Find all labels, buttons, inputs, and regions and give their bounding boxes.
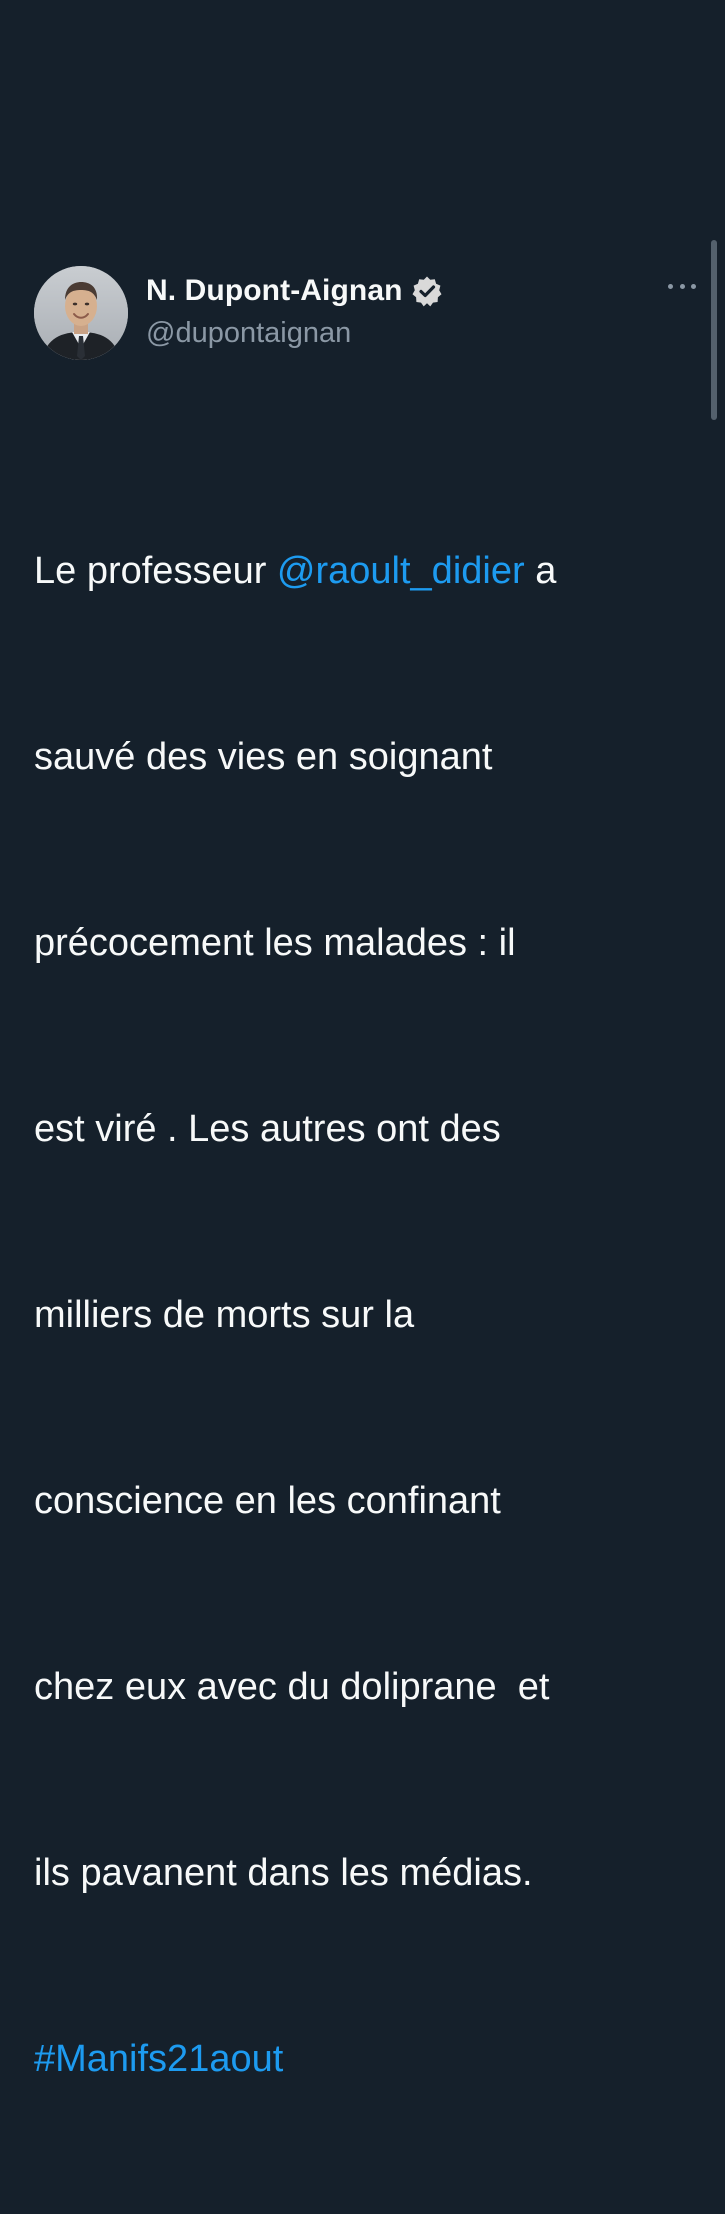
tweet-text-segment: a [524, 550, 557, 592]
mention-link[interactable]: @raoult_didier [277, 550, 525, 592]
tweet-card: N. Dupont-Aignan @dupontaignan Le profes… [0, 255, 725, 2080]
tweet-text-line: milliers de morts sur la [34, 1294, 415, 1336]
tweet-text-line: ils pavanent dans les médias. [34, 1852, 533, 1894]
avatar[interactable] [34, 266, 128, 360]
handle[interactable]: @dupontaignan [146, 317, 351, 350]
tweet-text-line: précocement les malades : il [34, 922, 516, 964]
tweet-header: N. Dupont-Aignan @dupontaignan [34, 255, 696, 360]
hashtag-link[interactable]: #Manifs21aout [34, 2038, 283, 2080]
display-name[interactable]: N. Dupont-Aignan [146, 274, 403, 308]
tweet-text-segment: Le professeur [34, 550, 277, 592]
more-options-button[interactable] [668, 277, 696, 295]
more-horizontal-icon-dot [691, 283, 696, 289]
tweet-text: Le professeur @raoult_didier a sauvé des… [34, 416, 699, 2214]
tweet-text-line: #Manifs21aout [34, 2028, 699, 2090]
verified-badge-icon [411, 275, 443, 307]
tweet-text-line: chez eux avec du doliprane et [34, 1666, 550, 1708]
tweet-screen: N. Dupont-Aignan @dupontaignan Le profes… [0, 0, 725, 2080]
more-horizontal-icon-dot [679, 283, 685, 289]
tweet-text-line: est viré . Les autres ont des [34, 1108, 501, 1150]
tweet-text-line: sauvé des vies en soignant [34, 736, 493, 778]
tweet-text-line: conscience en les confinant [34, 1480, 501, 1522]
tweet-text-line: Le professeur @raoult_didier a [34, 540, 699, 602]
name-row: N. Dupont-Aignan [146, 273, 443, 309]
profile-photo-icon [34, 266, 128, 360]
more-horizontal-icon [668, 283, 673, 289]
